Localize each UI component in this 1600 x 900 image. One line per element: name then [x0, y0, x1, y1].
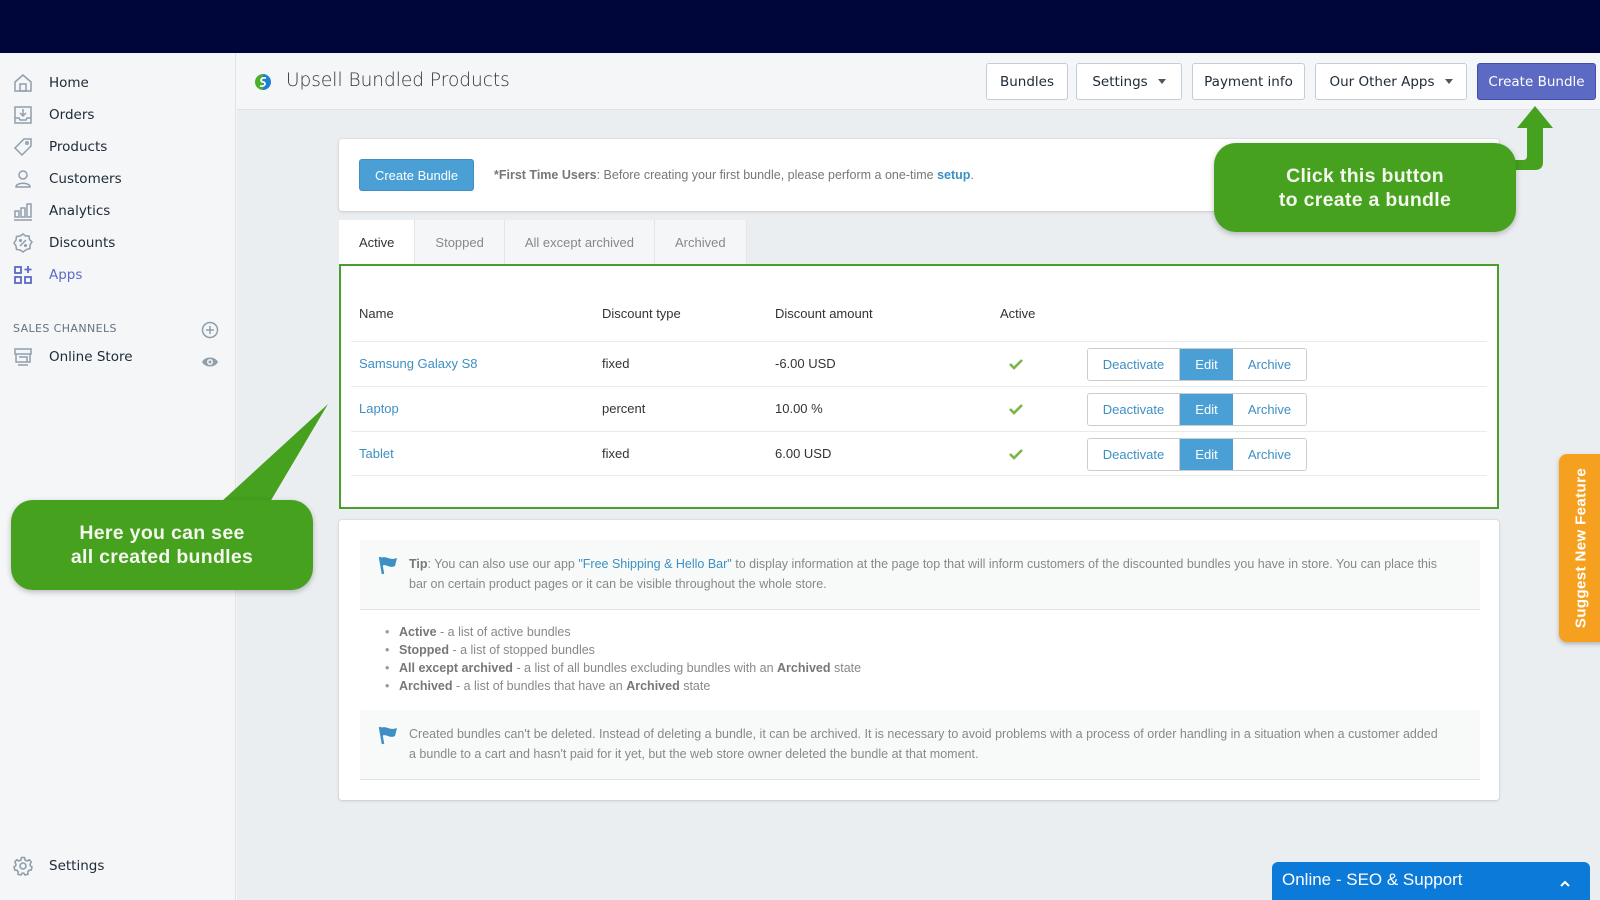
sidebar-item-customers[interactable]: Customers [12, 165, 122, 193]
bundle-name-link[interactable]: Laptop [359, 401, 399, 416]
caret-down-icon [1157, 79, 1166, 84]
header-create-bundle-button[interactable]: Create Bundle [1477, 63, 1596, 100]
tab-all-except-archived[interactable]: All except archived [504, 220, 655, 264]
table-row: Laptop percent 10.00 % Deactivate Edit A… [351, 386, 1487, 431]
suggest-feature-tab[interactable]: Suggest New Feature [1559, 454, 1600, 642]
sales-channels-heading: SALES CHANNELS [13, 322, 117, 335]
payment-info-button[interactable]: Payment info [1192, 63, 1305, 100]
sidebar-item-analytics[interactable]: Analytics [12, 197, 110, 225]
list-item: All except archived - a list of all bund… [385, 659, 861, 677]
col-discount-amount: Discount amount [775, 306, 873, 321]
bar-chart-icon [12, 200, 34, 222]
bundles-list-callout: Here you can see all created bundles [11, 500, 313, 590]
app-header: Upsell Bundled Products Bundles Settings… [237, 53, 1600, 110]
deactivate-button[interactable]: Deactivate [1088, 349, 1180, 380]
tag-icon [12, 136, 34, 158]
edit-button[interactable]: Edit [1180, 439, 1233, 470]
tip-box: Tip: You can also use our app "Free Ship… [360, 540, 1480, 610]
app-title: Upsell Bundled Products [286, 70, 510, 91]
chat-widget[interactable]: Online - SEO & Support [1272, 862, 1590, 900]
check-icon [1009, 402, 1023, 415]
deactivate-button[interactable]: Deactivate [1088, 439, 1180, 470]
status-tabs: Active Stopped All except archived Archi… [339, 220, 747, 264]
bundles-table: Name Discount type Discount amount Activ… [339, 264, 1499, 509]
sidebar-item-discounts[interactable]: Discounts [12, 229, 115, 257]
discount-icon [12, 232, 34, 254]
table-row: Samsung Galaxy S8 fixed -6.00 USD Deacti… [351, 341, 1487, 386]
discount-amount: 10.00 % [775, 401, 823, 416]
chevron-up-icon[interactable] [1560, 874, 1570, 887]
discount-type: fixed [602, 446, 630, 461]
discount-type: percent [602, 401, 646, 416]
edit-button[interactable]: Edit [1180, 349, 1233, 380]
store-icon [12, 346, 34, 368]
settings-dropdown[interactable]: Settings [1076, 63, 1182, 100]
discount-amount: -6.00 USD [775, 356, 836, 371]
tip-text: Tip: You can also use our app "Free Ship… [409, 557, 1438, 591]
setup-link[interactable]: setup [937, 168, 970, 182]
sidebar-item-online-store[interactable]: Online Store [12, 343, 133, 371]
row-actions: Deactivate Edit Archive [1087, 348, 1307, 381]
flag-icon [377, 724, 399, 746]
archive-button[interactable]: Archive [1233, 394, 1306, 425]
archive-button[interactable]: Archive [1233, 349, 1306, 380]
check-icon [1009, 447, 1023, 460]
discount-type: fixed [602, 356, 630, 371]
list-item: Archived - a list of bundles that have a… [385, 677, 861, 695]
add-channel-icon[interactable] [201, 321, 219, 339]
eye-icon[interactable] [201, 354, 219, 370]
callout-pointer [221, 404, 328, 502]
top-bar [0, 0, 1600, 53]
sidebar-item-home[interactable]: Home [12, 69, 89, 97]
sidebar-item-apps[interactable]: Apps [12, 261, 82, 289]
discount-amount: 6.00 USD [775, 446, 832, 461]
bundle-name-link[interactable]: Samsung Galaxy S8 [359, 356, 478, 371]
col-name: Name [359, 306, 394, 321]
tab-stopped[interactable]: Stopped [415, 220, 505, 264]
sidebar-item-orders[interactable]: Orders [12, 101, 94, 129]
apps-icon [12, 264, 34, 286]
create-bundle-button[interactable]: Create Bundle [359, 159, 474, 191]
other-apps-dropdown[interactable]: Our Other Apps [1315, 63, 1467, 100]
col-active: Active [1000, 306, 1036, 321]
sidebar: Home Orders Products Customers Analytics… [0, 53, 236, 900]
row-actions: Deactivate Edit Archive [1087, 438, 1307, 471]
person-icon [12, 168, 34, 190]
tab-legend-list: Active - a list of active bundles Stoppe… [385, 623, 861, 695]
sidebar-item-settings[interactable]: Settings [12, 852, 104, 880]
bundle-name-link[interactable]: Tablet [359, 446, 394, 461]
orders-icon [12, 104, 34, 126]
caret-down-icon [1444, 79, 1453, 84]
col-discount-type: Discount type [602, 306, 681, 321]
tab-active[interactable]: Active [339, 220, 416, 264]
tab-archived[interactable]: Archived [654, 220, 747, 264]
first-time-note: *First Time Users: Before creating your … [494, 168, 974, 182]
create-bundle-callout: Click this button to create a bundle [1214, 143, 1516, 232]
home-icon [12, 72, 34, 94]
bundles-button[interactable]: Bundles [986, 63, 1068, 100]
table-row: Tablet fixed 6.00 USD Deactivate Edit Ar… [351, 431, 1487, 476]
list-item: Stopped - a list of stopped bundles [385, 641, 861, 659]
archive-note-text: Created bundles can't be deleted. Instea… [409, 727, 1438, 761]
free-shipping-link[interactable]: "Free Shipping & Hello Bar" [578, 557, 731, 571]
list-item: Active - a list of active bundles [385, 623, 861, 641]
edit-button[interactable]: Edit [1180, 394, 1233, 425]
gear-icon [12, 855, 34, 877]
flag-icon [377, 554, 399, 576]
sidebar-item-products[interactable]: Products [12, 133, 107, 161]
row-actions: Deactivate Edit Archive [1087, 393, 1307, 426]
archive-button[interactable]: Archive [1233, 439, 1306, 470]
app-logo-icon [254, 73, 272, 91]
check-icon [1009, 357, 1023, 370]
archive-note-box: Created bundles can't be deleted. Instea… [360, 710, 1480, 780]
deactivate-button[interactable]: Deactivate [1088, 394, 1180, 425]
